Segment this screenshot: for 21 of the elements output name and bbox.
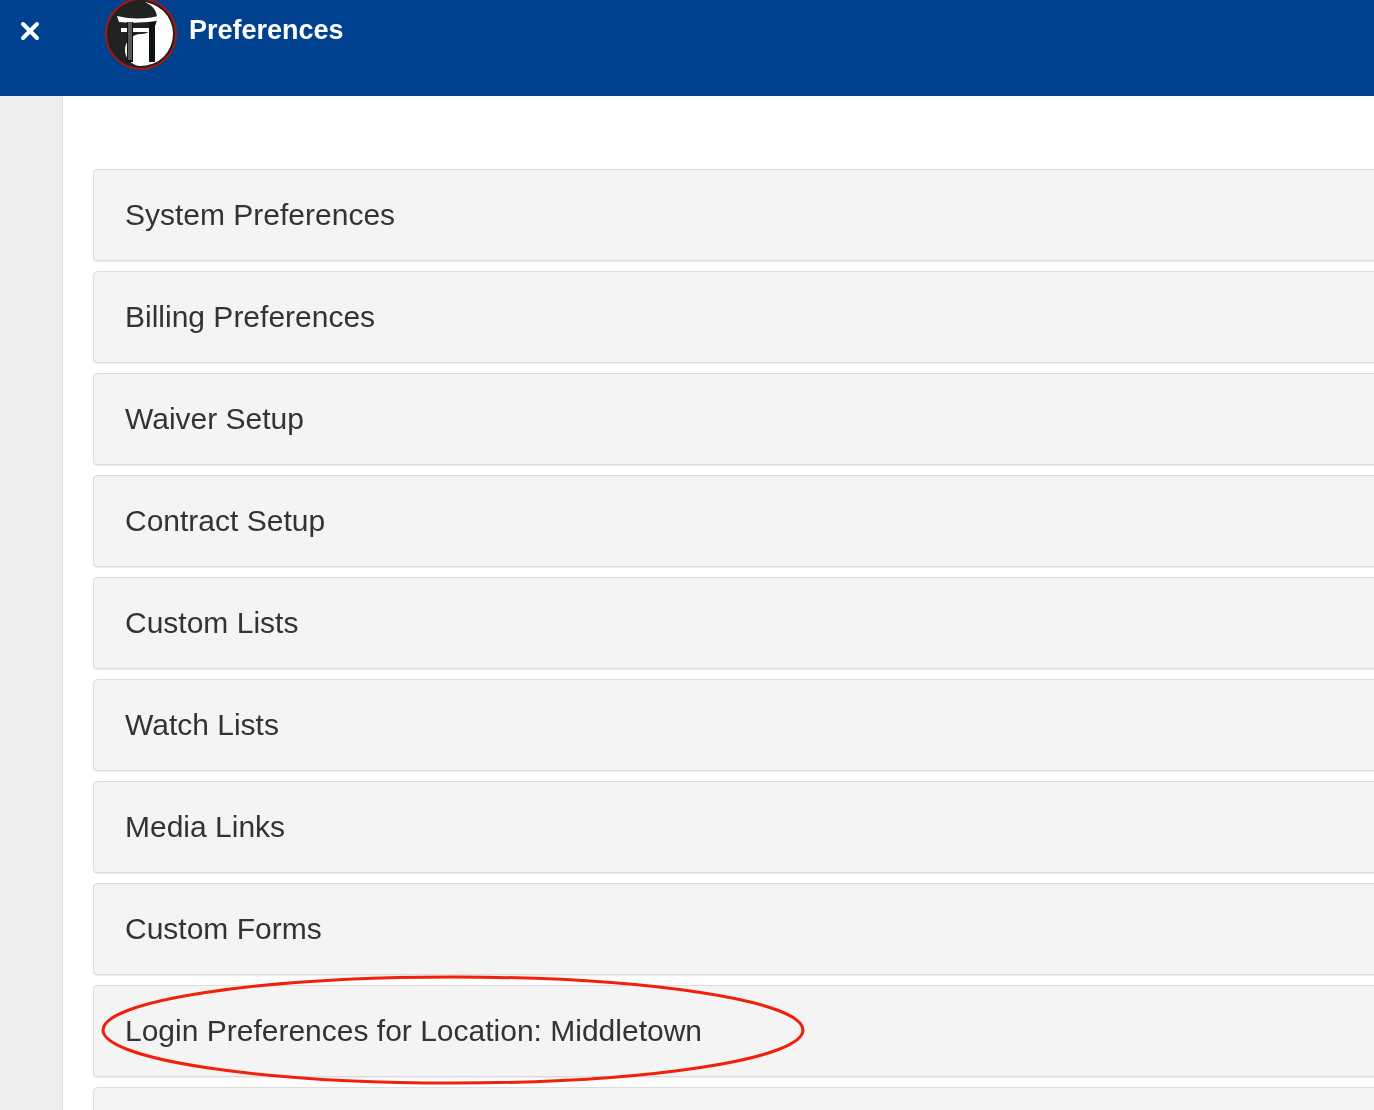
panel-title: System Preferences	[125, 198, 396, 232]
torii-gate-logo-icon	[103, 0, 179, 70]
accordion-panel[interactable]: Custom Forms	[93, 883, 1374, 975]
panel-title: Watch Lists	[125, 708, 279, 742]
accordion-panel[interactable]: Custom Lists	[93, 577, 1374, 669]
accordion-panel[interactable]: Watch Lists	[93, 679, 1374, 771]
panel-title: Login Preferences for Location: Middletown	[125, 1014, 702, 1048]
panel-title: Media Links	[125, 810, 286, 844]
panel-title: Waiver Setup	[125, 402, 304, 436]
panel-title: Billing Preferences	[125, 300, 376, 334]
page-title: Preferences	[189, 15, 344, 46]
accordion-panel[interactable]: Login Preferences for Location: Middletown	[93, 985, 1374, 1077]
accordion-panel[interactable]: Waiver Setup	[93, 373, 1374, 465]
panel-title: Contract Setup	[125, 504, 326, 538]
close-icon[interactable]	[20, 21, 40, 41]
accordion-panel[interactable]: Billing Preferences	[93, 271, 1374, 363]
accordion-panel[interactable]: Media Links	[93, 781, 1374, 873]
accordion-panel[interactable]: System Preferences	[93, 169, 1374, 261]
panel-title: Custom Forms	[125, 912, 322, 946]
panel-title: Custom Lists	[125, 606, 299, 640]
accordion-panel[interactable]: Contract Setup	[93, 475, 1374, 567]
